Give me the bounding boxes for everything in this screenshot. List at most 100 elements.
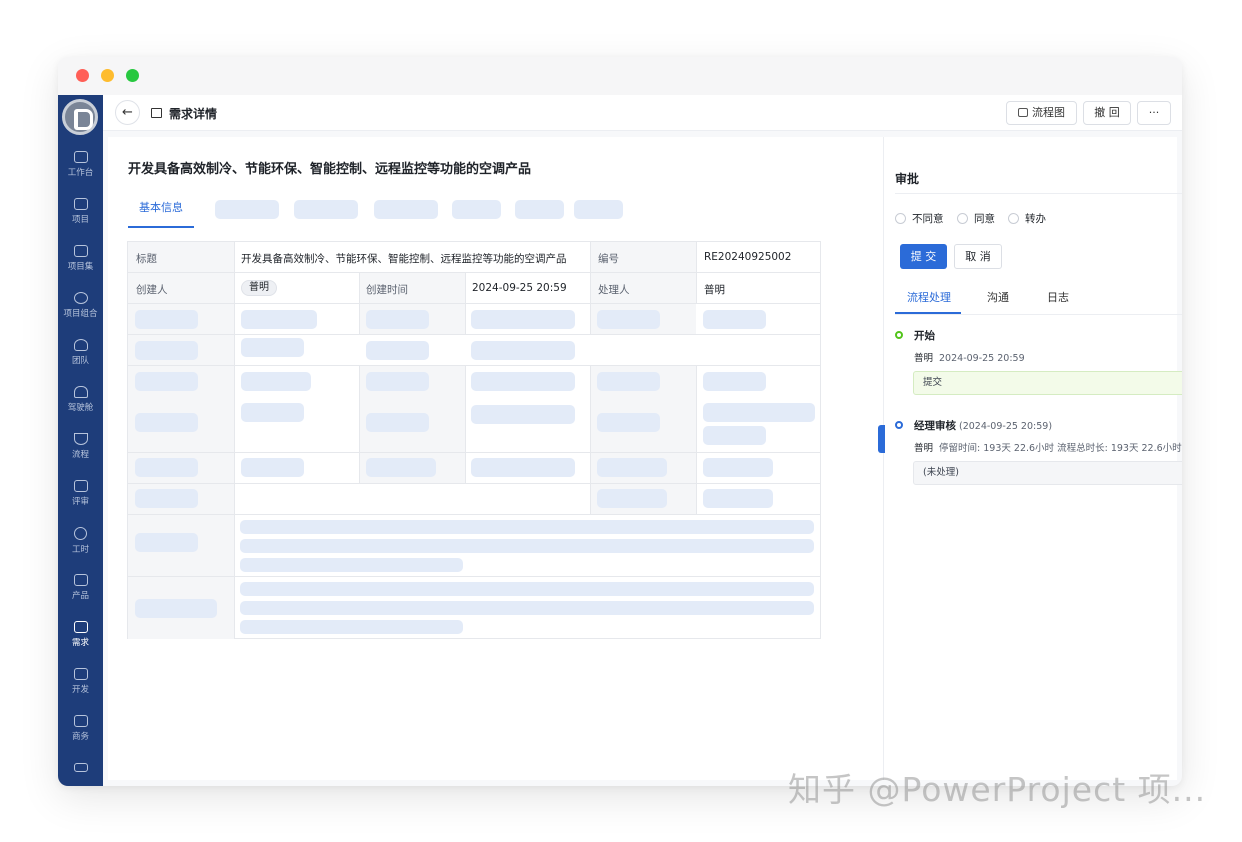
skeleton-block bbox=[135, 372, 198, 391]
timeline-dot-start bbox=[895, 331, 903, 339]
skeleton-block bbox=[135, 533, 198, 552]
sidebar-item-label: 商务 bbox=[71, 732, 89, 742]
tab-basic-info[interactable]: 基本信息 bbox=[128, 195, 194, 228]
terminal-icon bbox=[73, 668, 88, 680]
flowchart-button[interactable]: 流程图 bbox=[1006, 101, 1077, 125]
sidebar-item-project[interactable]: 项目 bbox=[58, 198, 103, 234]
submit-button[interactable]: 提 交 bbox=[900, 244, 947, 269]
radio-transfer[interactable]: 转办 bbox=[1008, 211, 1046, 226]
divider bbox=[895, 314, 1182, 315]
minimize-window-button[interactable] bbox=[101, 69, 114, 82]
skeleton-block bbox=[241, 458, 304, 477]
tab-communication[interactable]: 沟通 bbox=[987, 289, 1009, 305]
tab-flow-process[interactable]: 流程处理 bbox=[907, 289, 951, 305]
sidebar-item-portfolio[interactable]: 项目组合 bbox=[58, 292, 103, 328]
watermark: 知乎 @PowerProject 项... bbox=[788, 770, 1207, 809]
skeleton-block bbox=[135, 310, 198, 329]
sidebar-item-business[interactable]: 商务 bbox=[58, 715, 103, 751]
column-divider bbox=[590, 242, 591, 334]
sidebar-item-requirement[interactable]: 需求 bbox=[58, 621, 103, 657]
radio-circle bbox=[1008, 213, 1019, 224]
tab-placeholder[interactable] bbox=[215, 200, 279, 219]
radio-disagree[interactable]: 不同意 bbox=[895, 211, 944, 226]
portfolio-icon bbox=[73, 292, 88, 304]
maximize-window-button[interactable] bbox=[126, 69, 139, 82]
page-icon bbox=[151, 108, 162, 118]
withdraw-button[interactable]: 撤 回 bbox=[1083, 101, 1131, 125]
column-divider bbox=[359, 272, 360, 334]
skeleton-line bbox=[240, 520, 814, 534]
product-icon bbox=[73, 574, 88, 586]
info-table: 标题 开发具备高效制冷、节能环保、智能控制、远程监控等功能的空调产品 编号 RE… bbox=[127, 241, 821, 639]
skeleton-block bbox=[703, 372, 766, 391]
radio-circle bbox=[895, 213, 906, 224]
sidebar-item-develop[interactable]: 开发 bbox=[58, 668, 103, 704]
skeleton-block bbox=[703, 310, 766, 329]
skeleton-block bbox=[703, 426, 766, 445]
sidebar-item-more[interactable] bbox=[58, 763, 103, 777]
back-button[interactable]: ← bbox=[115, 100, 140, 125]
sidebar-item-label: 需求 bbox=[71, 638, 89, 648]
skeleton-block bbox=[597, 489, 667, 508]
creator-value: 普明 bbox=[241, 280, 277, 296]
cancel-button[interactable]: 取 消 bbox=[954, 244, 1002, 269]
clock-icon bbox=[74, 527, 87, 540]
tab-log[interactable]: 日志 bbox=[1047, 289, 1069, 305]
skeleton-block bbox=[366, 413, 429, 432]
radio-agree[interactable]: 同意 bbox=[957, 211, 995, 226]
tab-placeholder[interactable] bbox=[452, 200, 501, 219]
tab-placeholder[interactable] bbox=[374, 200, 438, 219]
row-divider bbox=[128, 483, 820, 484]
panel-collapse-handle[interactable] bbox=[878, 425, 885, 453]
review-icon bbox=[73, 480, 88, 492]
tab-placeholder[interactable] bbox=[294, 200, 358, 219]
sidebar-item-review[interactable]: 评审 bbox=[58, 480, 103, 516]
sidebar-item-team[interactable]: 团队 bbox=[58, 339, 103, 375]
skeleton-block bbox=[703, 403, 815, 422]
row-divider bbox=[128, 452, 820, 453]
skeleton-block bbox=[471, 405, 575, 424]
more-button[interactable]: ··· bbox=[1137, 101, 1171, 125]
sidebar-item-program[interactable]: 项目集 bbox=[58, 245, 103, 281]
sidebar-item-workbench[interactable]: 工作台 bbox=[58, 151, 103, 187]
sidebar-item-product[interactable]: 产品 bbox=[58, 574, 103, 610]
page-header: ← 需求详情 流程图 撤 回 ··· bbox=[103, 95, 1182, 131]
skeleton-line bbox=[240, 601, 814, 615]
skeleton-block bbox=[366, 372, 429, 391]
flow-icon bbox=[73, 433, 88, 445]
skeleton-block bbox=[366, 458, 436, 477]
tab-placeholder[interactable] bbox=[515, 200, 564, 219]
column-divider bbox=[465, 272, 466, 334]
column-divider bbox=[465, 365, 466, 483]
sidebar-item-timesheet[interactable]: 工时 bbox=[58, 527, 103, 563]
row-divider bbox=[128, 303, 820, 304]
detail-tabs: 基本信息 bbox=[128, 195, 808, 229]
tab-placeholder[interactable] bbox=[574, 200, 623, 219]
arrow-left-icon: ← bbox=[122, 105, 133, 120]
radio-label: 同意 bbox=[974, 213, 995, 225]
home-icon bbox=[73, 151, 88, 163]
title-label: 标题 bbox=[136, 253, 157, 265]
skeleton-block bbox=[135, 489, 198, 508]
business-icon bbox=[73, 715, 88, 727]
panel-divider bbox=[883, 137, 884, 780]
sidebar-item-label: 产品 bbox=[71, 591, 89, 601]
app-window: 工作台 项目 项目集 项目组合 团队 驾驶舱 流程 评审 工时 产品 需求 开发… bbox=[58, 57, 1182, 786]
sidebar-item-flow[interactable]: 流程 bbox=[58, 433, 103, 469]
column-divider bbox=[696, 365, 697, 514]
cockpit-icon bbox=[73, 386, 88, 398]
title-value: 开发具备高效制冷、节能环保、智能控制、远程监控等功能的空调产品 bbox=[241, 253, 567, 265]
skeleton-block bbox=[135, 599, 217, 618]
team-icon bbox=[73, 339, 88, 351]
radio-label: 转办 bbox=[1025, 213, 1046, 225]
app-logo[interactable] bbox=[62, 99, 98, 135]
close-window-button[interactable] bbox=[76, 69, 89, 82]
requirement-icon bbox=[73, 621, 88, 633]
approval-panel: 审批 不同意 同意 转办 提 交 取 消 流程处理 沟通 日志 开始 普明 202… bbox=[895, 137, 1182, 780]
sidebar: 工作台 项目 项目集 项目组合 团队 驾驶舱 流程 评审 工时 产品 需求 开发… bbox=[58, 95, 103, 786]
sidebar-item-cockpit[interactable]: 驾驶舱 bbox=[58, 386, 103, 422]
skeleton-line bbox=[240, 558, 463, 572]
more-icon: ··· bbox=[1148, 106, 1160, 119]
skeleton-block bbox=[597, 310, 660, 329]
sidebar-item-label: 流程 bbox=[71, 450, 89, 460]
